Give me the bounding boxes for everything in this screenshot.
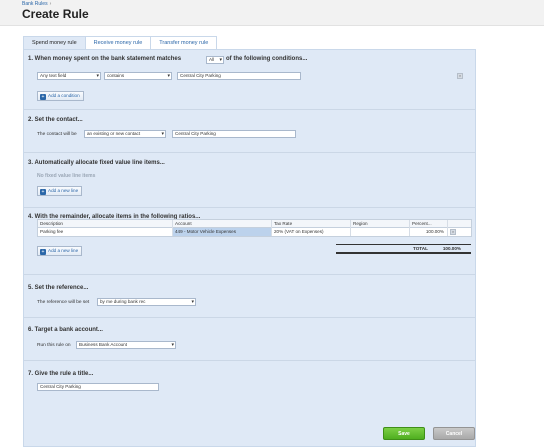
- col-region: Region: [351, 220, 410, 228]
- col-tax-rate: Tax Rate: [272, 220, 351, 228]
- add-condition-label: Add a condition: [48, 93, 80, 98]
- cancel-button[interactable]: Cancel: [433, 427, 475, 440]
- contact-input[interactable]: Central City Parking: [172, 130, 296, 138]
- section-conditions: 1. When money spent on the bank statemen…: [24, 50, 475, 110]
- section-conditions-title-post: of the following conditions...: [226, 56, 308, 62]
- contact-mode-select[interactable]: an existing or new contact: [84, 130, 166, 138]
- col-description: Description: [38, 220, 173, 228]
- totals-row: TOTAL 100.00%: [336, 244, 471, 254]
- total-label: TOTAL: [413, 246, 428, 251]
- section-title-heading: 7. Give the rule a title...: [28, 371, 94, 377]
- tab-receive-money-rule[interactable]: Receive money rule: [85, 36, 152, 50]
- section-conditions-title-pre: 1. When money spent on the bank statemen…: [28, 56, 182, 62]
- match-type-select[interactable]: All: [206, 56, 224, 64]
- rule-type-tabs: Spend money rule Receive money rule Tran…: [23, 36, 218, 50]
- cell-region[interactable]: [351, 228, 410, 236]
- add-fixed-line-label: Add a new line: [48, 188, 79, 193]
- contact-mode-value: an existing or new contact: [87, 131, 141, 136]
- col-percent: Percent...: [410, 220, 448, 228]
- condition-text-input[interactable]: Central City Parking: [177, 72, 301, 80]
- section-bank-account: 6. Target a bank account... Run this rul…: [24, 318, 475, 361]
- total-value: 100.00%: [442, 246, 461, 251]
- remove-line-icon[interactable]: ×: [450, 229, 456, 235]
- cell-account[interactable]: 449 - Motor Vehicle Expenses: [173, 228, 272, 236]
- plus-icon: +: [40, 249, 46, 255]
- condition-text-value: Central City Parking: [180, 73, 221, 78]
- add-fixed-line-button[interactable]: + Add a new line: [37, 186, 83, 196]
- section-reference: 5. Set the reference... The reference wi…: [24, 275, 475, 318]
- rule-form-panel: 1. When money spent on the bank statemen…: [23, 49, 476, 447]
- plus-icon: +: [40, 189, 46, 195]
- rule-title-input[interactable]: Central City Parking: [37, 383, 159, 391]
- remove-condition-icon[interactable]: ×: [457, 73, 463, 79]
- page-title: Create Rule: [22, 7, 89, 21]
- bank-account-prefix-label: Run this rule on: [37, 343, 71, 348]
- header-bar: Bank Rules › Create Rule: [0, 0, 544, 26]
- section-contact-title: 2. Set the contact...: [28, 117, 83, 123]
- section-fixed-lines-title: 3. Automatically allocate fixed value li…: [28, 160, 165, 166]
- cell-percent[interactable]: 100.00%: [410, 228, 448, 236]
- reference-select[interactable]: by me during bank rec: [97, 298, 196, 306]
- add-ratio-line-button[interactable]: + Add a new line: [37, 246, 83, 256]
- section-conditions-title: 1. When money spent on the bank statemen…: [28, 56, 181, 62]
- cell-tax-rate[interactable]: 20% (VAT on Expenses): [272, 228, 351, 236]
- condition-field-select[interactable]: Any text field: [37, 72, 101, 80]
- bank-account-select[interactable]: Business Bank Account: [76, 341, 176, 349]
- contact-prefix-label: The contact will be: [37, 132, 77, 137]
- section-fixed-lines: 3. Automatically allocate fixed value li…: [24, 153, 475, 208]
- section-reference-title: 5. Set the reference...: [28, 285, 89, 291]
- add-ratio-line-label: Add a new line: [48, 248, 79, 253]
- match-type-value: All: [209, 57, 215, 62]
- no-fixed-lines-text: No fixed value line items: [37, 173, 96, 179]
- section-title: 7. Give the rule a title... Central City…: [24, 361, 475, 401]
- tab-spend-money-rule[interactable]: Spend money rule: [23, 36, 86, 50]
- section-contact: 2. Set the contact... The contact will b…: [24, 110, 475, 153]
- contact-value: Central City Parking: [175, 131, 216, 136]
- condition-field-value: Any text field: [40, 73, 67, 78]
- table-row: Parking fee 449 - Motor Vehicle Expenses…: [37, 228, 472, 237]
- condition-operator-value: contains: [107, 73, 125, 78]
- condition-operator-select[interactable]: contains: [104, 72, 172, 80]
- plus-icon: +: [40, 94, 46, 100]
- bank-account-value: Business Bank Account: [79, 342, 128, 347]
- add-condition-button[interactable]: + Add a condition: [37, 91, 84, 101]
- cell-description[interactable]: Parking fee: [38, 228, 173, 236]
- section-ratios: 4. With the remainder, allocate items in…: [24, 208, 475, 275]
- reference-prefix-label: The reference will be set: [37, 300, 90, 305]
- col-account: Account: [173, 220, 272, 228]
- rule-title-value: Central City Parking: [40, 384, 81, 389]
- reference-value: by me during bank rec: [100, 299, 146, 304]
- tab-transfer-money-rule[interactable]: Transfer money rule: [151, 36, 218, 50]
- section-bank-account-title: 6. Target a bank account...: [28, 327, 103, 333]
- ratio-table-header: Description Account Tax Rate Region Perc…: [37, 219, 472, 228]
- save-button[interactable]: Save: [383, 427, 425, 440]
